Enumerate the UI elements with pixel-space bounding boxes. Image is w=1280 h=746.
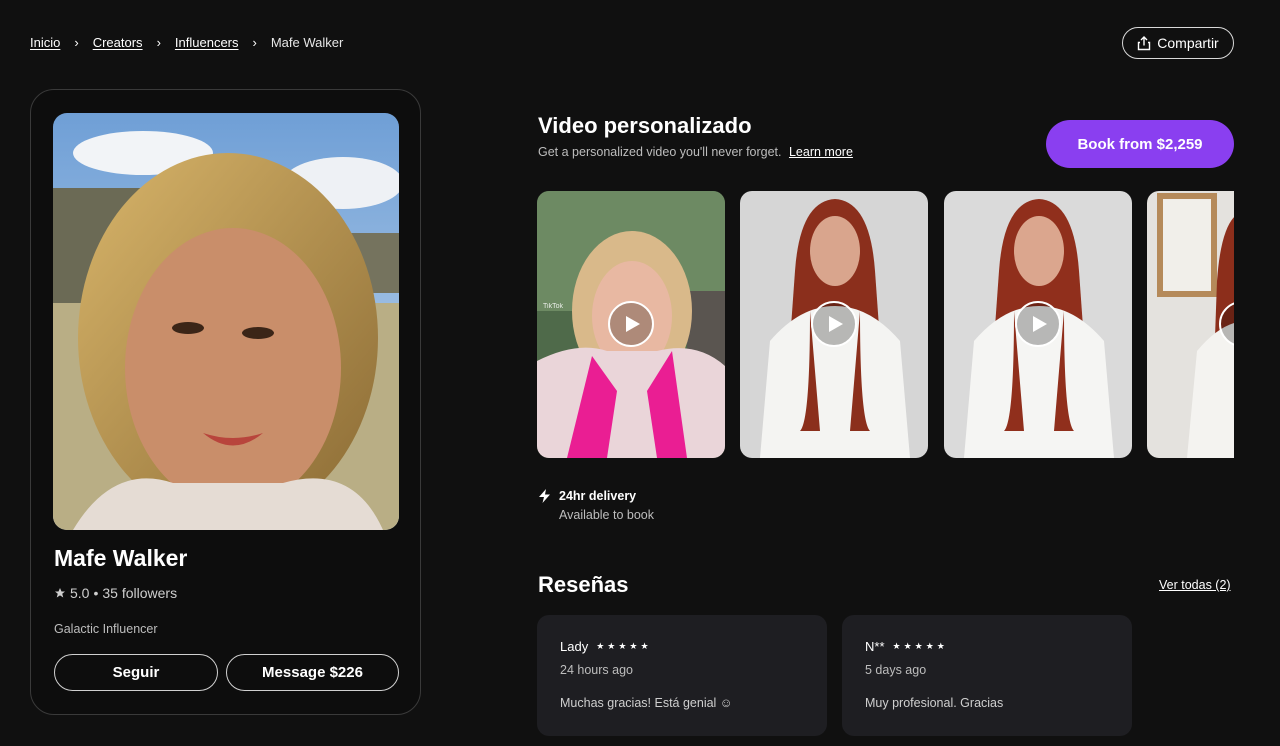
review-time: 5 days ago xyxy=(865,663,927,677)
review-card: Lady ★★★★★ 24 hours ago Muchas gracias! … xyxy=(537,615,827,736)
video-thumbnail[interactable] xyxy=(1147,191,1234,458)
review-stars: ★★★★★ xyxy=(892,641,948,651)
avatar xyxy=(53,113,399,530)
delivery-subtitle: Available to book xyxy=(559,508,654,522)
review-author: Lady xyxy=(560,639,589,654)
video-carousel[interactable]: TikTok xyxy=(537,191,1234,458)
section-subtitle: Get a personalized video you'll never fo… xyxy=(538,145,853,159)
section-title: Video personalizado xyxy=(538,113,752,138)
book-button[interactable]: Book from $2,259 xyxy=(1046,120,1234,168)
chevron-right-icon: › xyxy=(156,35,161,50)
rating-row: 5.0 • 35 followers xyxy=(54,585,177,601)
chevron-right-icon: › xyxy=(252,35,257,50)
play-icon[interactable] xyxy=(811,301,857,347)
review-author: N** xyxy=(865,639,885,654)
breadcrumb-link-influencers[interactable]: Influencers xyxy=(175,35,239,50)
rating-separator: • xyxy=(93,585,99,601)
reviews-title: Reseñas xyxy=(538,572,629,597)
profile-card: Mafe Walker 5.0 • 35 followers Galactic … xyxy=(30,89,421,715)
review-time: 24 hours ago xyxy=(560,663,633,677)
review-card: N** ★★★★★ 5 days ago Muy profesional. Gr… xyxy=(842,615,1132,736)
message-button[interactable]: Message $226 xyxy=(226,654,399,691)
share-icon xyxy=(1138,35,1151,50)
review-text: Muy profesional. Gracias xyxy=(865,696,1004,710)
profile-name: Mafe Walker xyxy=(54,545,188,571)
followers-count: 35 followers xyxy=(102,585,178,601)
review-stars: ★★★★★ xyxy=(596,641,652,651)
breadcrumb-current: Mafe Walker xyxy=(270,35,344,50)
star-icon xyxy=(55,588,65,598)
play-icon[interactable] xyxy=(1015,301,1061,347)
delivery-title: 24hr delivery xyxy=(559,489,637,503)
follow-button[interactable]: Seguir xyxy=(54,654,218,691)
profile-category: Galactic Influencer xyxy=(54,622,158,636)
video-thumbnail[interactable]: TikTok xyxy=(537,191,725,458)
breadcrumb-link-inicio[interactable]: Inicio xyxy=(30,35,60,50)
video-thumbnail[interactable] xyxy=(944,191,1132,458)
play-icon[interactable] xyxy=(608,301,654,347)
review-text: Muchas gracias! Está genial ☺ xyxy=(560,696,733,710)
tiktok-watermark: TikTok xyxy=(543,303,563,310)
share-label: Compartir xyxy=(1157,35,1219,51)
video-thumbnail[interactable] xyxy=(740,191,928,458)
rating-value: 5.0 xyxy=(70,585,90,601)
chevron-right-icon: › xyxy=(74,35,79,50)
breadcrumb-link-creators[interactable]: Creators xyxy=(93,35,143,50)
breadcrumb: Inicio › Creators › Influencers › Mafe W… xyxy=(30,35,343,50)
lightning-icon xyxy=(539,489,550,503)
learn-more-link[interactable]: Learn more xyxy=(789,145,853,159)
section-subtitle-text: Get a personalized video you'll never fo… xyxy=(538,145,782,159)
see-all-reviews-link[interactable]: Ver todas (2) xyxy=(1159,578,1231,592)
delivery-info: 24hr delivery Available to book xyxy=(538,489,654,522)
share-button[interactable]: Compartir xyxy=(1122,27,1234,59)
